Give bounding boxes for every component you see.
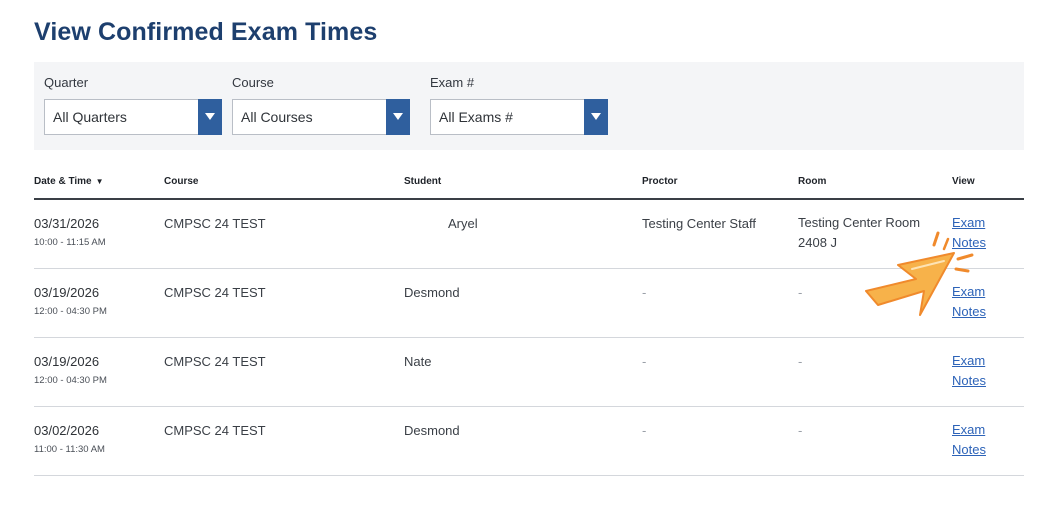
column-header-view: View xyxy=(952,165,1024,200)
notes-link[interactable]: Notes xyxy=(952,371,1024,391)
table-row: 03/19/2026 12:00 - 04:30 PM CMPSC 24 TES… xyxy=(34,268,1024,338)
filter-panel: Quarter All Quarters Course All Courses … xyxy=(34,62,1024,150)
table-row: 03/19/2026 12:00 - 04:30 PM CMPSC 24 TES… xyxy=(34,337,1024,407)
exam-link[interactable]: Exam xyxy=(952,213,1024,233)
table-header-row: Date & Time ▼ Course Student Proctor Room… xyxy=(34,165,1024,200)
room-text: - xyxy=(798,423,803,438)
exam-filter: Exam # All Exams # xyxy=(430,75,608,135)
quarter-filter: Quarter All Quarters xyxy=(44,75,222,135)
student-name: Desmond xyxy=(404,285,460,300)
exam-select[interactable]: All Exams # xyxy=(430,99,608,135)
column-header-course: Course xyxy=(164,165,404,200)
column-header-proctor: Proctor xyxy=(642,165,798,200)
column-header-room: Room xyxy=(798,165,952,200)
cell-student: Nate xyxy=(404,337,642,407)
course-text: CMPSC 24 TEST xyxy=(164,216,266,231)
course-select[interactable]: All Courses xyxy=(232,99,410,135)
course-text: CMPSC 24 TEST xyxy=(164,423,266,438)
exam-times-table: Date & Time ▼ Course Student Proctor Room… xyxy=(34,165,1024,476)
proctor-text: Testing Center Staff xyxy=(642,216,756,231)
exam-time: 12:00 - 04:30 PM xyxy=(34,375,107,386)
cell-course: CMPSC 24 TEST xyxy=(164,337,404,407)
exam-time: 10:00 - 11:15 AM xyxy=(34,237,106,248)
cell-date-time: 03/31/2026 10:00 - 11:15 AM xyxy=(34,199,164,269)
table-row: 03/31/2026 10:00 - 11:15 AM CMPSC 24 TES… xyxy=(34,199,1024,269)
course-filter-label: Course xyxy=(232,75,274,90)
table-row: 03/02/2026 11:00 - 11:30 AM CMPSC 24 TES… xyxy=(34,406,1024,476)
cell-proctor: Testing Center Staff xyxy=(642,199,798,269)
proctor-text: - xyxy=(642,285,647,300)
exam-link[interactable]: Exam xyxy=(952,420,1024,440)
quarter-select[interactable]: All Quarters xyxy=(44,99,222,135)
exam-link[interactable]: Exam xyxy=(952,351,1024,371)
cell-room: - xyxy=(798,268,952,338)
exam-date: 03/19/2026 xyxy=(34,354,100,369)
confirmed-exams-page: View Confirmed Exam Times Quarter All Qu… xyxy=(0,0,1050,520)
page-title: View Confirmed Exam Times xyxy=(34,18,378,46)
chevron-down-icon[interactable] xyxy=(198,99,222,135)
cell-student: Desmond xyxy=(404,406,642,476)
course-text: CMPSC 24 TEST xyxy=(164,285,266,300)
proctor-text: - xyxy=(642,423,647,438)
column-header-date-time-label: Date & Time xyxy=(34,176,92,187)
quarter-select-value: All Quarters xyxy=(53,109,127,125)
cell-view: Exam Notes xyxy=(952,406,1024,476)
cell-student: Aryel xyxy=(404,199,642,269)
chevron-down-icon[interactable] xyxy=(386,99,410,135)
cell-room: - xyxy=(798,406,952,476)
course-text: CMPSC 24 TEST xyxy=(164,354,266,369)
exam-time: 12:00 - 04:30 PM xyxy=(34,306,107,317)
proctor-text: - xyxy=(642,354,647,369)
room-text: - xyxy=(798,354,803,369)
cell-room: - xyxy=(798,337,952,407)
cell-date-time: 03/02/2026 11:00 - 11:30 AM xyxy=(34,406,164,476)
student-name: Desmond xyxy=(404,423,460,438)
cell-view: Exam Notes xyxy=(952,337,1024,407)
cell-room: Testing Center Room 2408 J xyxy=(798,199,952,269)
quarter-filter-label: Quarter xyxy=(44,75,89,90)
cell-date-time: 03/19/2026 12:00 - 04:30 PM xyxy=(34,337,164,407)
cell-proctor: - xyxy=(642,406,798,476)
student-name: Nate xyxy=(404,354,432,369)
exam-select-value: All Exams # xyxy=(439,109,513,125)
exam-date: 03/31/2026 xyxy=(34,216,100,231)
room-text: - xyxy=(798,285,803,300)
sort-desc-icon: ▼ xyxy=(95,177,104,186)
cell-student: Desmond xyxy=(404,268,642,338)
exam-link[interactable]: Exam xyxy=(952,282,1024,302)
column-header-student: Student xyxy=(404,165,642,200)
exam-date: 03/19/2026 xyxy=(34,285,100,300)
course-select-value: All Courses xyxy=(241,109,313,125)
course-filter: Course All Courses xyxy=(232,75,410,135)
cell-course: CMPSC 24 TEST xyxy=(164,268,404,338)
exam-date: 03/02/2026 xyxy=(34,423,100,438)
cell-proctor: - xyxy=(642,337,798,407)
notes-link[interactable]: Notes xyxy=(952,440,1024,460)
student-name: Aryel xyxy=(448,216,478,231)
exam-time: 11:00 - 11:30 AM xyxy=(34,444,105,455)
cell-course: CMPSC 24 TEST xyxy=(164,199,404,269)
cell-course: CMPSC 24 TEST xyxy=(164,406,404,476)
cell-proctor: - xyxy=(642,268,798,338)
chevron-down-icon[interactable] xyxy=(584,99,608,135)
notes-link[interactable]: Notes xyxy=(952,233,1024,253)
notes-link[interactable]: Notes xyxy=(952,302,1024,322)
cell-view: Exam Notes xyxy=(952,268,1024,338)
column-header-date-time[interactable]: Date & Time ▼ xyxy=(34,165,164,200)
exam-filter-label: Exam # xyxy=(430,75,475,90)
cell-view: Exam Notes xyxy=(952,199,1024,269)
cell-date-time: 03/19/2026 12:00 - 04:30 PM xyxy=(34,268,164,338)
room-text: Testing Center Room 2408 J xyxy=(798,215,921,250)
